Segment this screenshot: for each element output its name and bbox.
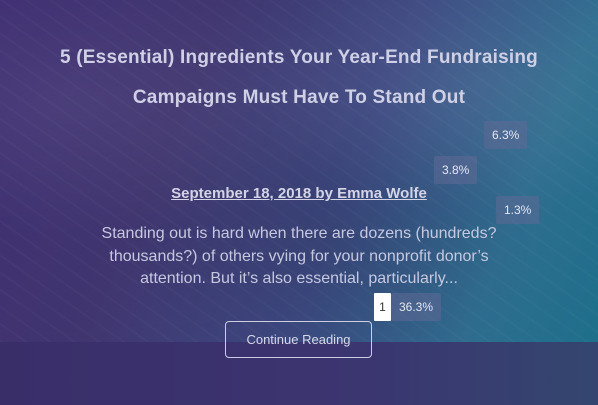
- index-marker: 1: [374, 293, 391, 321]
- click-percentage-badge: 36.3%: [391, 293, 442, 321]
- click-percentage-badge: 3.8%: [434, 156, 478, 184]
- post-excerpt: Standing out is hard when there are doze…: [101, 225, 497, 287]
- click-percentage-badge: 1.3%: [496, 196, 540, 224]
- continue-reading-button[interactable]: Continue Reading: [225, 321, 372, 358]
- click-percentage-badge: 6.3%: [484, 121, 528, 149]
- post-title[interactable]: 5 (Essential) Ingredients Your Year-End …: [60, 38, 538, 118]
